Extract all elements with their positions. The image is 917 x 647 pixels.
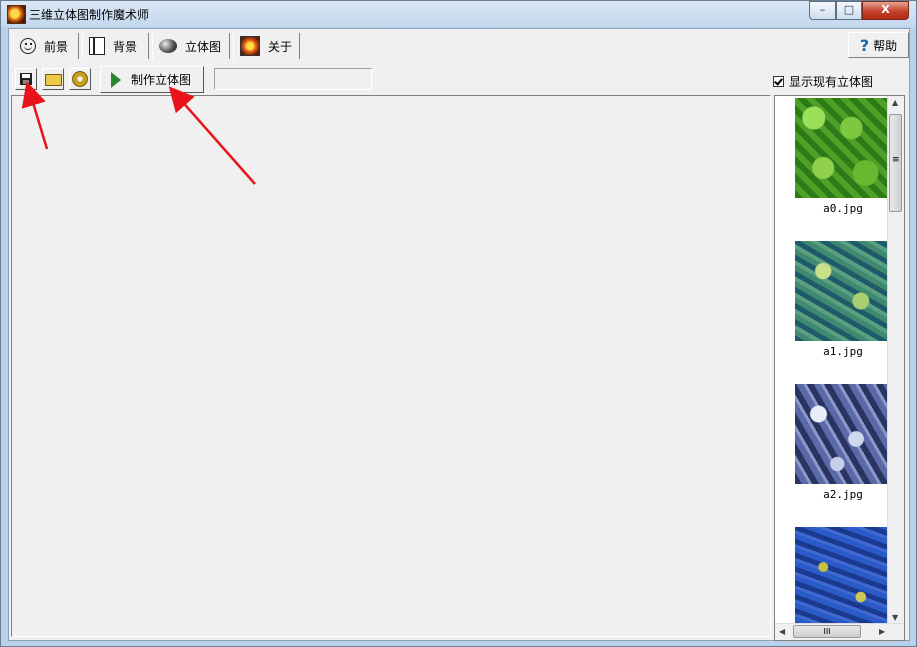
fire-icon xyxy=(240,36,260,56)
save-button[interactable] xyxy=(15,68,37,90)
help-button[interactable]: ? 帮助 xyxy=(848,32,909,58)
close-button[interactable]: X xyxy=(862,1,909,20)
client-area: 前景 背景 立体图 关于 ? 帮助 制作立体图 显示现有立体图 a0.jpg a… xyxy=(8,28,910,641)
play-icon xyxy=(111,71,121,88)
thumbnail-image[interactable] xyxy=(795,527,889,627)
open-button[interactable] xyxy=(42,68,64,90)
film-icon xyxy=(89,37,105,55)
stereogram-canvas[interactable] xyxy=(11,95,771,637)
make-stereogram-button[interactable]: 制作立体图 xyxy=(100,66,204,93)
window-title: 三维立体图制作魔术师 xyxy=(29,8,150,22)
horizontal-scrollbar[interactable]: ◀ III ▶ xyxy=(775,623,904,640)
thumbnail-image[interactable] xyxy=(795,241,889,341)
maximize-button[interactable]: □ xyxy=(836,1,862,20)
tab-bar: 前景 背景 立体图 关于 ? 帮助 xyxy=(9,29,909,61)
checkbox-box[interactable] xyxy=(773,76,784,87)
app-fire-icon xyxy=(7,5,26,24)
tab-foreground-label: 前景 xyxy=(44,39,69,54)
scroll-right-arrow-icon[interactable]: ▶ xyxy=(879,627,885,636)
thumbnail-image[interactable] xyxy=(795,384,889,484)
scroll-up-arrow-icon[interactable]: ▲ xyxy=(892,98,898,107)
tab-background-label: 背景 xyxy=(113,39,138,54)
show-existing-label: 显示现有立体图 xyxy=(789,75,874,89)
horizontal-scroll-thumb[interactable]: III xyxy=(793,625,861,638)
v-grip: ≡ xyxy=(892,155,900,165)
tab-stereogram[interactable]: 立体图 xyxy=(152,33,230,59)
progress-field xyxy=(214,68,372,90)
thumbnail-label: a1.jpg xyxy=(823,345,863,358)
gear-icon xyxy=(72,71,88,87)
smile-icon xyxy=(20,38,36,54)
minimize-button[interactable]: – xyxy=(809,1,836,20)
question-icon: ? xyxy=(859,35,870,55)
make-stereogram-label: 制作立体图 xyxy=(131,73,192,87)
scroll-down-arrow-icon[interactable]: ▼ xyxy=(892,613,898,622)
thumbnail-label: a0.jpg xyxy=(823,202,863,215)
help-label: 帮助 xyxy=(873,38,898,53)
tab-foreground[interactable]: 前景 xyxy=(13,33,79,59)
title-bar[interactable]: 三维立体图制作魔术师 – □ X xyxy=(1,1,916,27)
thumbnail-image[interactable] xyxy=(795,98,889,198)
settings-button[interactable] xyxy=(69,68,91,90)
tab-about[interactable]: 关于 xyxy=(233,33,300,59)
vertical-scrollbar[interactable]: ▲ ≡ ▼ xyxy=(887,96,904,626)
app-window: 三维立体图制作魔术师 – □ X 前景 背景 立体图 关于 ? 帮助 制作立体图… xyxy=(0,0,917,647)
show-existing-checkbox[interactable]: 显示现有立体图 xyxy=(773,73,873,90)
open-folder-icon xyxy=(45,74,62,86)
scroll-left-arrow-icon[interactable]: ◀ xyxy=(779,627,785,636)
toolbar: 制作立体图 显示现有立体图 xyxy=(9,63,909,93)
tab-about-label: 关于 xyxy=(268,39,293,54)
stone-icon xyxy=(159,39,177,53)
vertical-scroll-thumb[interactable]: ≡ xyxy=(889,114,902,212)
tab-background[interactable]: 背景 xyxy=(82,33,149,59)
save-icon xyxy=(20,73,32,85)
thumbnail-label: a2.jpg xyxy=(823,488,863,501)
thumbnail-panel[interactable]: a0.jpg a1.jpg a2.jpg ▲ ≡ ▼ ◀ III ▶ xyxy=(774,95,905,641)
tab-stereogram-label: 立体图 xyxy=(185,39,222,54)
